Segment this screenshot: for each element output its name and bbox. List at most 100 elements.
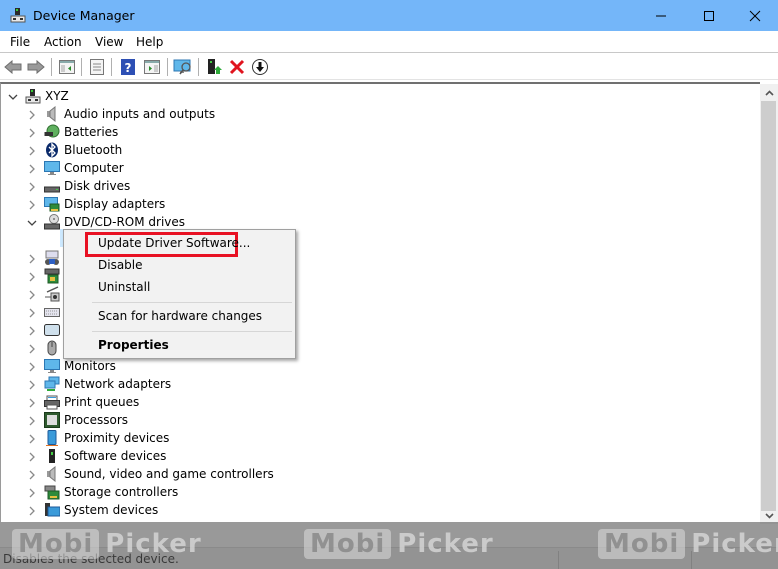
- monitor-icon: [44, 358, 60, 374]
- chevron-right-icon[interactable]: [27, 181, 37, 192]
- tree-category[interactable]: Network adapters: [1, 375, 760, 393]
- menu-item-update-driver[interactable]: Update Driver Software...: [98, 236, 250, 250]
- back-button[interactable]: [3, 57, 23, 77]
- chevron-right-icon[interactable]: [27, 415, 37, 426]
- chevron-right-icon[interactable]: [27, 397, 37, 408]
- title-bar: Device Manager: [0, 0, 778, 31]
- update-driver-icon: [208, 59, 222, 74]
- tree-category[interactable]: System devices: [1, 501, 760, 519]
- menu-action[interactable]: Action: [44, 35, 82, 49]
- chevron-right-icon[interactable]: [27, 469, 37, 480]
- tree-category[interactable]: Software devices: [1, 447, 760, 465]
- menu-item-properties[interactable]: Properties: [98, 338, 169, 352]
- help-button[interactable]: ?: [118, 57, 138, 77]
- uninstall-button[interactable]: [227, 57, 247, 77]
- chevron-right-icon[interactable]: [27, 127, 37, 138]
- tree-category[interactable]: Display adapters: [1, 195, 760, 213]
- tree-category[interactable]: Print queues: [1, 393, 760, 411]
- forward-button[interactable]: [26, 57, 46, 77]
- chevron-right-icon[interactable]: [27, 163, 37, 174]
- chevron-right-icon[interactable]: [27, 343, 37, 354]
- chevron-right-icon[interactable]: [27, 253, 37, 264]
- chevron-right-icon[interactable]: [27, 361, 37, 372]
- device-manager-icon: [10, 7, 26, 23]
- tree-item-label: Print queues: [64, 395, 140, 409]
- chevron-right-icon[interactable]: [27, 307, 37, 318]
- tree-item-label: System devices: [64, 503, 159, 517]
- usb-icon: [44, 520, 60, 522]
- tree-root[interactable]: XYZ: [1, 87, 760, 105]
- menu-file[interactable]: File: [10, 35, 30, 49]
- properties-button[interactable]: [87, 57, 107, 77]
- tree-category[interactable]: Disk drives: [1, 177, 760, 195]
- display-adapter-icon: [44, 196, 60, 212]
- tree-category[interactable]: Universal Serial Bus controllers: [1, 519, 760, 522]
- chevron-right-icon[interactable]: [27, 289, 37, 300]
- chevron-right-icon[interactable]: [27, 199, 37, 210]
- chevron-right-icon[interactable]: [27, 451, 37, 462]
- disable-button[interactable]: [250, 57, 270, 77]
- toolbar-separator: [111, 58, 112, 76]
- action-pane-button[interactable]: [142, 57, 162, 77]
- chevron-right-icon[interactable]: [27, 145, 37, 156]
- chevron-down-icon[interactable]: [27, 217, 37, 227]
- menu-item-scan-hardware[interactable]: Scan for hardware changes: [98, 309, 262, 323]
- tree-item-label: Software devices: [64, 449, 167, 463]
- tree-category[interactable]: Batteries: [1, 123, 760, 141]
- minimize-button[interactable]: [638, 0, 684, 31]
- chevron-right-icon[interactable]: [27, 379, 37, 390]
- tree-category[interactable]: Computer: [1, 159, 760, 177]
- speaker-icon: [44, 465, 60, 483]
- status-pane-divider: [691, 551, 692, 569]
- scroll-down-button[interactable]: [760, 507, 778, 524]
- console-tree-button[interactable]: [57, 57, 77, 77]
- maximize-button[interactable]: [686, 0, 732, 31]
- tree-item-label: Proximity devices: [64, 431, 170, 445]
- scan-hardware-button[interactable]: [173, 57, 193, 77]
- computer-tower-icon: [25, 88, 41, 104]
- tree-category[interactable]: Sound, video and game controllers: [1, 465, 760, 483]
- chevron-right-icon[interactable]: [27, 271, 37, 282]
- tree-category[interactable]: Monitors: [1, 357, 760, 375]
- chevron-right-icon[interactable]: [27, 487, 37, 498]
- tree-item-label: Monitors: [64, 359, 116, 373]
- vertical-scrollbar[interactable]: [760, 84, 778, 524]
- tree-category[interactable]: Proximity devices: [1, 429, 760, 447]
- menu-item-uninstall[interactable]: Uninstall: [98, 280, 150, 294]
- chevron-right-icon[interactable]: [27, 325, 37, 336]
- toolbar-separator: [81, 58, 82, 76]
- tree-category[interactable]: Processors: [1, 411, 760, 429]
- chevron-right-icon[interactable]: [27, 505, 37, 516]
- chevron-right-icon[interactable]: [27, 109, 37, 120]
- update-driver-button[interactable]: [204, 57, 224, 77]
- menu-separator: [92, 331, 292, 332]
- chevron-down-icon[interactable]: [8, 91, 18, 101]
- toolbar-separator: [51, 58, 52, 76]
- scroll-thumb[interactable]: [761, 101, 776, 511]
- menu-help[interactable]: Help: [136, 35, 163, 49]
- toolbar-separator: [198, 58, 199, 76]
- close-button[interactable]: [732, 0, 778, 31]
- status-bar: Disables the selected device.: [0, 547, 778, 569]
- network-icon: [44, 376, 60, 392]
- bluetooth-icon: [44, 142, 60, 158]
- device-manager-window: Device Manager File Action View Help ? X…: [0, 0, 778, 569]
- menu-item-disable[interactable]: Disable: [98, 258, 143, 272]
- maximize-icon: [704, 10, 714, 21]
- disk-drive-icon: [44, 178, 60, 194]
- back-arrow-icon: [4, 60, 22, 74]
- tree-category[interactable]: Audio inputs and outputs: [1, 105, 760, 123]
- svg-text:?: ?: [125, 61, 132, 75]
- context-menu: Update Driver Software... Disable Uninst…: [63, 229, 296, 359]
- battery-icon: [44, 124, 60, 140]
- menu-view[interactable]: View: [95, 35, 123, 49]
- scroll-up-button[interactable]: [760, 84, 778, 101]
- forward-arrow-icon: [27, 60, 45, 74]
- imaging-device-icon: [44, 286, 60, 302]
- tree-item-label: Processors: [64, 413, 129, 427]
- keyboard-icon: [44, 304, 60, 320]
- processor-icon: [44, 412, 60, 428]
- tree-category[interactable]: Storage controllers: [1, 483, 760, 501]
- tree-category[interactable]: Bluetooth: [1, 141, 760, 159]
- chevron-right-icon[interactable]: [27, 433, 37, 444]
